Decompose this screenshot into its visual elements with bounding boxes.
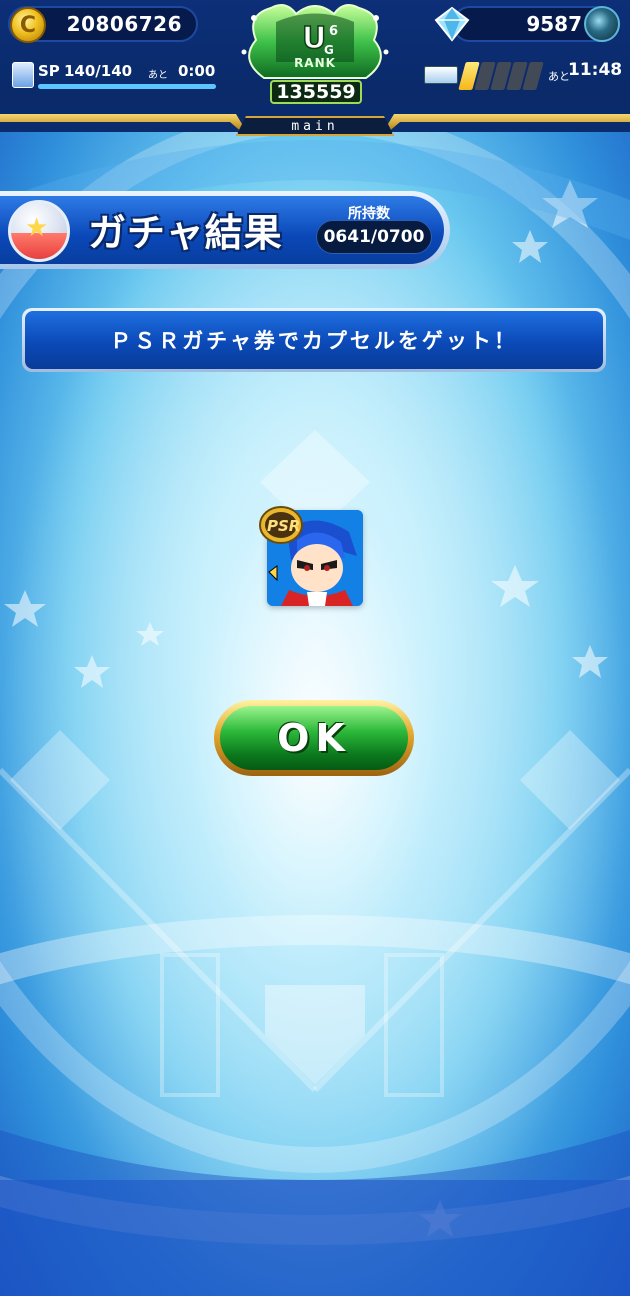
rank-label: RANK	[294, 56, 336, 70]
ok-button-label: OK	[220, 706, 408, 770]
result-message-bar: ＰＳＲガチャ券でカプセルをゲット！	[22, 308, 606, 372]
sp-meter: SP 140/140 あと 0:00	[12, 60, 216, 94]
result-message: ＰＳＲガチャ券でカプセルをゲット！	[25, 311, 603, 369]
gacha-result-title: ガチャ結果	[88, 211, 283, 255]
owned-count-value: 0641/0700	[316, 220, 432, 254]
psr-badge-text: PSR	[267, 517, 300, 535]
gem-shop-orb-icon[interactable]	[584, 6, 620, 42]
ticket-icon	[424, 66, 458, 84]
ok-button[interactable]: OK	[214, 700, 414, 776]
psr-rarity-badge-icon: PSR	[259, 506, 303, 544]
svg-text:G: G	[324, 43, 334, 57]
main-tab[interactable]: main	[236, 116, 394, 136]
sp-card-icon	[12, 62, 34, 88]
sp-progress-bar	[38, 84, 216, 89]
star-icon: ★	[25, 213, 49, 243]
sp-value: 140/140	[64, 62, 133, 80]
stamina-remaining-label: あと	[548, 70, 570, 83]
sp-remaining-label: あと	[148, 70, 168, 81]
gem-value: 9587	[526, 12, 582, 36]
rank-tier: 6	[329, 24, 339, 39]
sp-label: SP	[38, 62, 60, 80]
capsule-icon: ★	[8, 200, 70, 262]
diamond-icon	[434, 6, 470, 42]
svg-text:U: U	[302, 21, 326, 56]
coin-value: 20806726	[66, 12, 182, 36]
coin-icon: C	[10, 7, 46, 43]
sp-remaining-time: 0:00	[178, 62, 216, 80]
stamina-remaining-time: 11:48	[568, 60, 623, 80]
stamina-gauge	[458, 62, 544, 90]
sp-progress-fill	[38, 84, 216, 89]
rank-value: 135559	[270, 80, 362, 104]
